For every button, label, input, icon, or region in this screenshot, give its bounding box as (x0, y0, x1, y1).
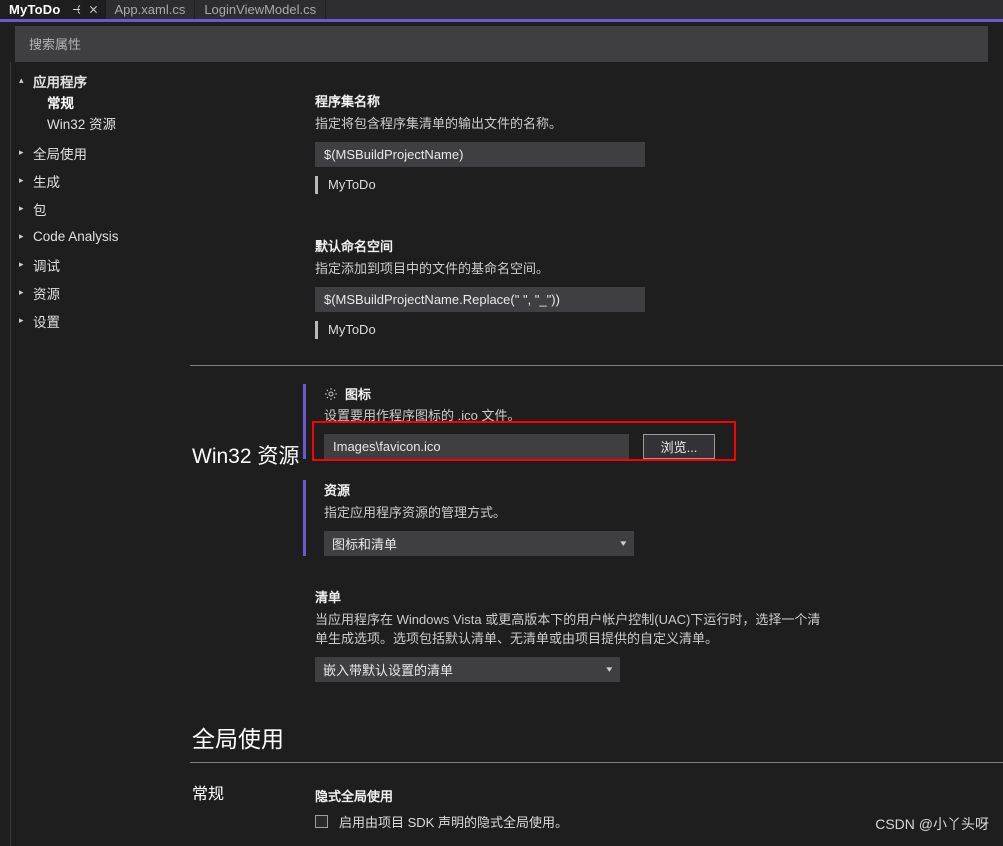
sidebar-item-build[interactable]: ▸ 生成 (11, 170, 189, 191)
resources-dropdown-value: 图标和清单 (332, 536, 398, 552)
manifest-label: 清单 (315, 590, 342, 605)
assembly-name-input[interactable] (324, 146, 636, 162)
chevron-right-icon[interactable]: ▸ (19, 260, 33, 269)
search-properties-box[interactable] (15, 26, 988, 62)
icon-property-group: 图标 设置要用作程序图标的 .ico 文件。 浏览... (303, 384, 753, 459)
assembly-name-description: 指定将包含程序集清单的输出文件的名称。 (315, 116, 563, 131)
assembly-name-label: 程序集名称 (315, 94, 381, 109)
resources-description: 指定应用程序资源的管理方式。 (324, 505, 507, 520)
tab-strip: MyToDo App.xaml.cs LoginViewModel.cs (0, 0, 1003, 19)
default-namespace-input[interactable] (324, 291, 636, 307)
chevron-right-icon[interactable]: ▸ (19, 176, 33, 185)
default-namespace-description: 指定添加到项目中的文件的基命名空间。 (315, 261, 550, 276)
chevron-right-icon[interactable]: ▸ (19, 204, 33, 213)
sidebar-item-package[interactable]: ▸ 包 (11, 198, 189, 219)
sidebar-group-application: ▴ 应用程序 常规 Win32 资源 (11, 70, 189, 133)
assembly-name-preview-value: MyToDo (328, 177, 376, 193)
implicit-global-usings-checkbox[interactable] (315, 815, 328, 828)
gear-icon (325, 387, 337, 400)
active-tab-underline (0, 19, 1003, 22)
sidebar-item-resources-label: 资源 (33, 286, 60, 302)
win32-section-label: Win32 资源 (192, 445, 300, 468)
implicit-global-usings-field: 隐式全局使用 启用由项目 SDK 声明的隐式全局使用。 (315, 786, 735, 831)
sidebar-item-package-label: 包 (33, 202, 47, 218)
default-namespace-preview: MyToDo (315, 320, 645, 339)
default-namespace-field: 默认命名空间 指定添加到项目中的文件的基命名空间。 MyToDo (315, 236, 645, 339)
icon-input-row: 浏览... (324, 433, 753, 459)
implicit-global-usings-checkbox-label: 启用由项目 SDK 声明的隐式全局使用。 (339, 815, 568, 830)
sidebar-item-application[interactable]: ▴ 应用程序 (11, 70, 189, 91)
sidebar-item-settings-label: 设置 (33, 314, 60, 330)
sidebar-item-general-label: 常规 (47, 95, 74, 111)
chevron-down-icon[interactable]: ▴ (19, 76, 33, 85)
section-separator-global-usings (190, 762, 1003, 763)
sidebar-item-debug-label: 调试 (33, 258, 60, 274)
properties-content: 程序集名称 指定将包含程序集清单的输出文件的名称。 MyToDo 默认命名空间 … (190, 62, 1003, 846)
tab-mytodo[interactable]: MyToDo (0, 0, 106, 19)
tab-loginviewmodel-cs[interactable]: LoginViewModel.cs (195, 0, 327, 19)
close-icon[interactable] (86, 2, 101, 17)
manifest-dropdown-value: 嵌入带默认设置的清单 (323, 662, 454, 678)
section-separator-win32 (190, 365, 1003, 366)
icon-group-header: 图标 (324, 384, 753, 403)
sidebar-item-code-analysis-label: Code Analysis (33, 229, 119, 244)
assembly-name-field: 程序集名称 指定将包含程序集清单的输出文件的名称。 MyToDo (315, 91, 645, 194)
icon-path-textbox[interactable] (324, 433, 629, 459)
assembly-name-textbox[interactable] (315, 141, 645, 167)
sidebar-item-settings[interactable]: ▸ 设置 (11, 310, 189, 331)
manifest-dropdown[interactable]: 嵌入带默认设置的清单 ▾ (315, 656, 620, 682)
sidebar-item-win32-resources[interactable]: Win32 资源 (11, 112, 189, 133)
tab-loginviewmodel-cs-label: LoginViewModel.cs (204, 2, 317, 17)
chevron-down-icon[interactable]: ▾ (621, 538, 627, 549)
icon-path-input[interactable] (333, 438, 620, 454)
sidebar-item-build-label: 生成 (33, 174, 60, 190)
pin-icon[interactable] (69, 2, 84, 17)
manifest-field: 清单 当应用程序在 Windows Vista 或更高版本下的用户帐户控制(UA… (315, 587, 835, 682)
tab-mytodo-icons (69, 2, 101, 17)
assembly-name-preview: MyToDo (315, 175, 645, 194)
browse-icon-button[interactable]: 浏览... (643, 433, 715, 459)
tab-app-xaml-cs[interactable]: App.xaml.cs (105, 0, 196, 19)
global-usings-general-label: 常规 (192, 786, 225, 803)
settings-sidebar: ▴ 应用程序 常规 Win32 资源 ▸ 全局使用 ▸ 生成 ▸ 包 ▸ Cod… (11, 70, 189, 846)
sidebar-item-global-usings-label: 全局使用 (33, 146, 87, 162)
implicit-global-usings-label: 隐式全局使用 (315, 789, 394, 804)
default-namespace-preview-value: MyToDo (328, 322, 376, 338)
sidebar-item-application-label: 应用程序 (33, 74, 87, 90)
icon-label: 图标 (345, 387, 372, 402)
sidebar-item-general[interactable]: 常规 (11, 91, 189, 112)
sidebar-item-global-usings[interactable]: ▸ 全局使用 (11, 142, 189, 163)
sidebar-item-resources[interactable]: ▸ 资源 (11, 282, 189, 303)
chevron-right-icon[interactable]: ▸ (19, 232, 33, 241)
watermark: CSDN @小丫头呀 (875, 816, 989, 832)
chevron-right-icon[interactable]: ▸ (19, 288, 33, 297)
tab-app-xaml-cs-label: App.xaml.cs (114, 2, 186, 17)
chevron-right-icon[interactable]: ▸ (19, 148, 33, 157)
sidebar-item-win32-resources-label: Win32 资源 (47, 116, 117, 132)
resources-dropdown[interactable]: 图标和清单 ▾ (324, 530, 634, 556)
sidebar-item-debug[interactable]: ▸ 调试 (11, 254, 189, 275)
default-namespace-label: 默认命名空间 (315, 239, 394, 254)
global-usings-title: 全局使用 (192, 726, 284, 752)
tab-mytodo-label: MyToDo (9, 2, 61, 17)
icon-description: 设置要用作程序图标的 .ico 文件。 (324, 408, 521, 423)
resources-label: 资源 (324, 483, 351, 498)
resources-property-group: 资源 指定应用程序资源的管理方式。 图标和清单 ▾ (303, 480, 634, 556)
default-namespace-textbox[interactable] (315, 286, 645, 312)
chevron-down-icon[interactable]: ▾ (607, 664, 613, 675)
chevron-right-icon[interactable]: ▸ (19, 316, 33, 325)
search-input[interactable] (29, 36, 974, 52)
sidebar-item-code-analysis[interactable]: ▸ Code Analysis (11, 226, 189, 247)
manifest-description: 当应用程序在 Windows Vista 或更高版本下的用户帐户控制(UAC)下… (315, 612, 821, 646)
implicit-global-usings-row[interactable]: 启用由项目 SDK 声明的隐式全局使用。 (315, 812, 735, 831)
